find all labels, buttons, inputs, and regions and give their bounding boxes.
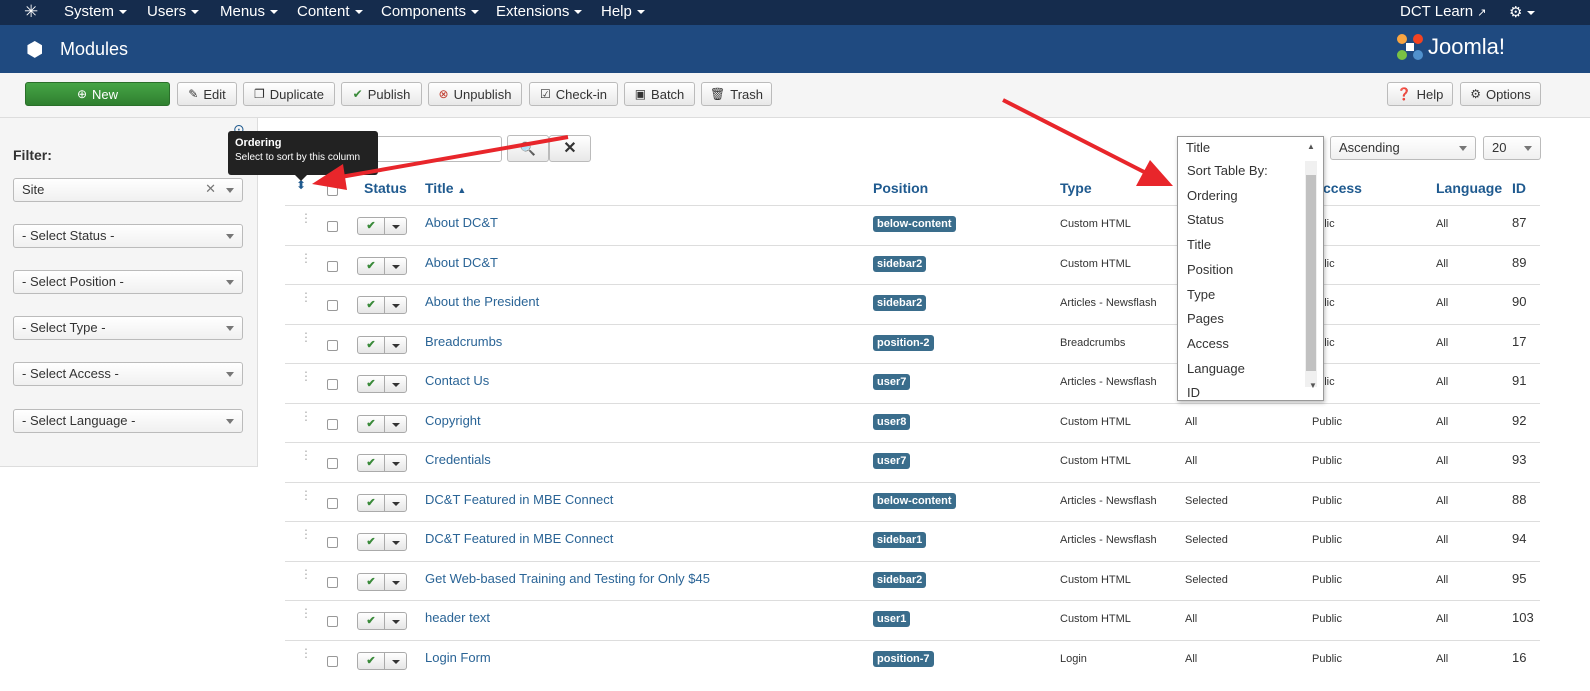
annotation-arrow-right (1002, 98, 1151, 177)
annotation-arrow-left (334, 135, 569, 180)
annotation-arrowhead-right (1136, 160, 1173, 186)
annotation-arrowhead-left (312, 164, 347, 190)
annotation-arrows (312, 98, 1173, 190)
